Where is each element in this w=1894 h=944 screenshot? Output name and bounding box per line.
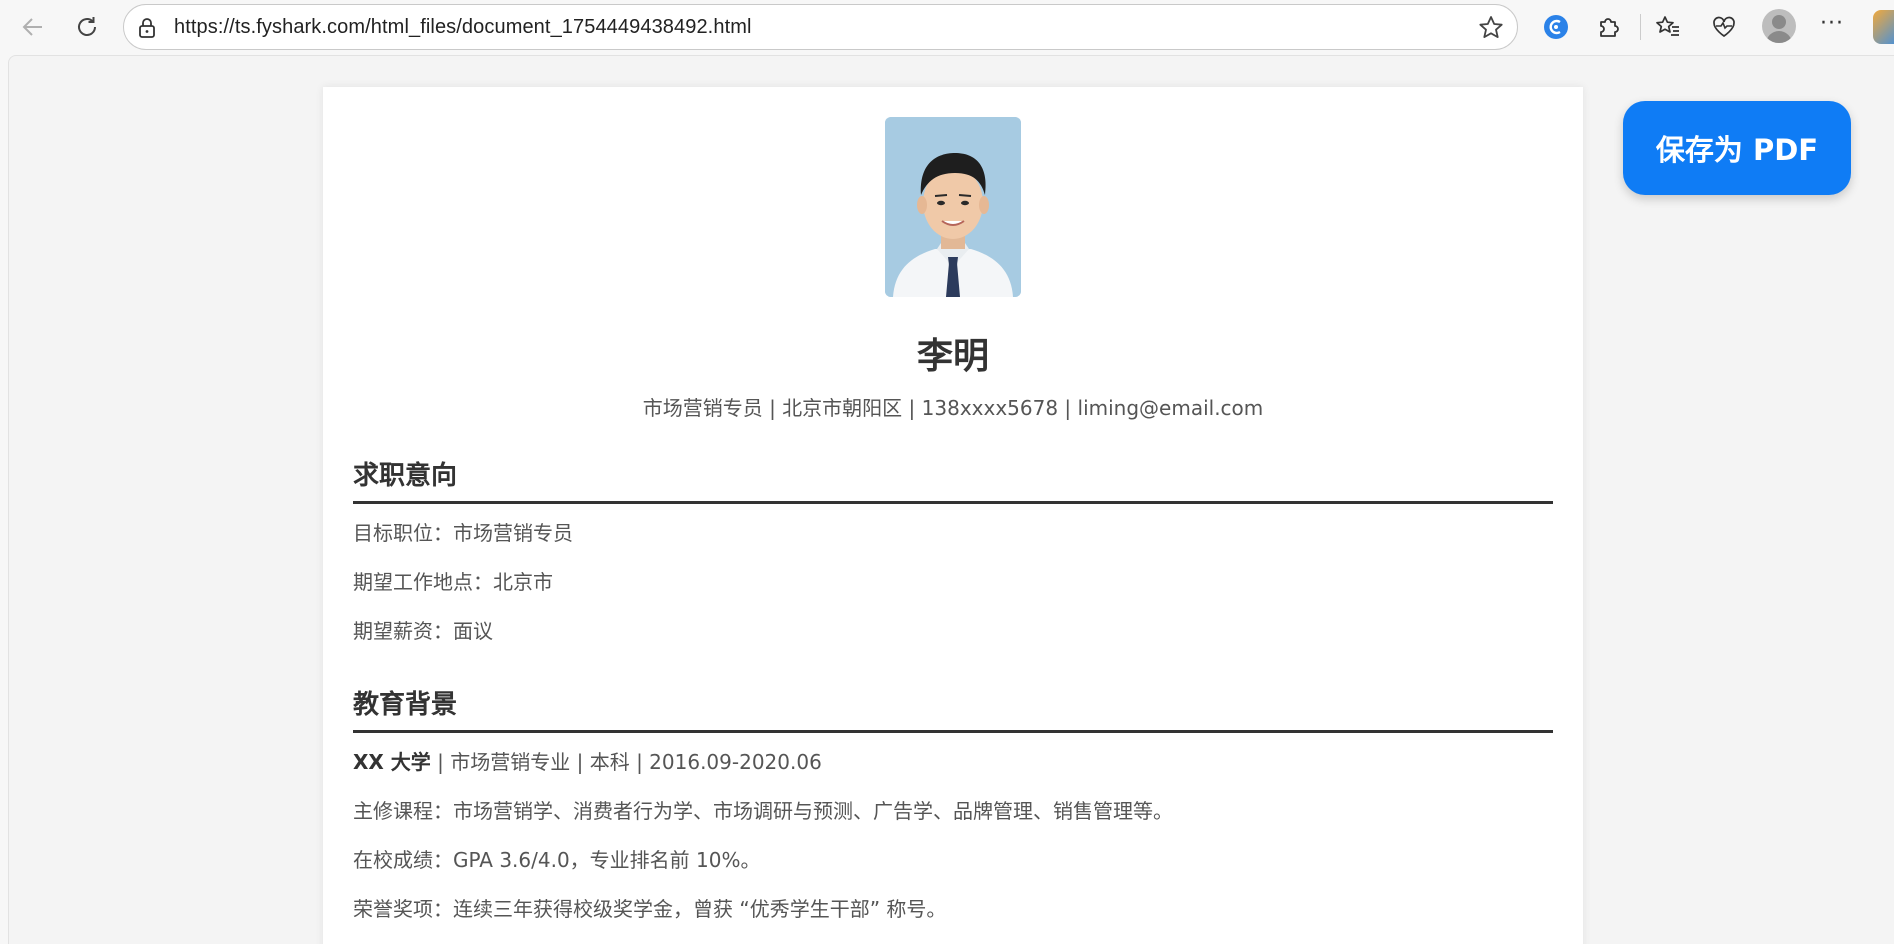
avatar-body-icon xyxy=(1766,31,1792,43)
section-divider xyxy=(353,501,1553,504)
save-as-pdf-button[interactable]: 保存为 PDF xyxy=(1623,101,1851,195)
school-detail: | 市场营销专业 | 本科 | 2016.09-2020.06 xyxy=(430,750,822,774)
portrait-image xyxy=(885,117,1021,297)
school-name: XX 大学 xyxy=(353,750,431,774)
refresh-icon xyxy=(78,17,96,36)
back-arrow-icon xyxy=(22,18,42,36)
target-position-line: 目标职位：市场营销专员 xyxy=(353,521,573,545)
resume-document: 李明 市场营销专员 | 北京市朝阳区 | 138xxxx5678 | limin… xyxy=(323,87,1583,944)
heart-pulse-icon xyxy=(1713,16,1735,38)
extension-blue-button[interactable] xyxy=(1538,9,1574,45)
section-divider xyxy=(353,730,1553,733)
copilot-icon[interactable] xyxy=(1873,10,1894,44)
profile-avatar[interactable] xyxy=(1762,9,1796,43)
lock-icon[interactable] xyxy=(136,17,158,39)
gpa-line: 在校成绩：GPA 3.6/4.0，专业排名前 10%。 xyxy=(353,848,761,872)
favorites-list-icon xyxy=(1656,16,1679,36)
school-line: XX 大学 | 市场营销专业 | 本科 | 2016.09-2020.06 xyxy=(353,746,822,775)
courses-line: 主修课程：市场营销学、消费者行为学、市场调研与预测、广告学、品牌管理、销售管理等… xyxy=(353,799,1173,823)
puzzle-icon xyxy=(1600,18,1619,37)
expected-location-line: 期望工作地点：北京市 xyxy=(353,570,553,594)
ellipsis-icon: ··· xyxy=(1820,11,1844,36)
honors-line: 荣誉奖项：连续三年获得校级奖学金，曾获 “优秀学生干部” 称号。 xyxy=(353,897,947,921)
avatar-head-icon xyxy=(1772,15,1786,29)
contact-line: 市场营销专员 | 北京市朝阳区 | 138xxxx5678 | liming@e… xyxy=(642,396,1264,420)
section-title-education: 教育背景 xyxy=(353,690,458,720)
browser-toolbar: https://ts.fyshark.com/html_files/docume… xyxy=(0,0,1894,55)
refresh-button[interactable] xyxy=(70,10,104,44)
candidate-name: 李明 xyxy=(916,336,989,377)
favorite-star-icon[interactable] xyxy=(1477,14,1505,42)
more-menu-button[interactable]: ··· xyxy=(1814,9,1850,45)
expected-salary-line: 期望薪资：面议 xyxy=(353,619,493,643)
extension-logo-icon xyxy=(1544,15,1568,39)
profile-photo xyxy=(885,117,1021,297)
browser-essentials-button[interactable] xyxy=(1706,9,1742,45)
extensions-button[interactable] xyxy=(1590,9,1626,45)
back-button[interactable] xyxy=(16,10,50,44)
section-title-job-intention: 求职意向 xyxy=(353,461,458,491)
address-bar[interactable]: https://ts.fyshark.com/html_files/docume… xyxy=(123,4,1518,50)
favorites-button[interactable] xyxy=(1650,9,1686,45)
toolbar-divider xyxy=(1640,14,1641,40)
page-viewport: 李明 市场营销专员 | 北京市朝阳区 | 138xxxx5678 | limin… xyxy=(8,55,1894,944)
url-text[interactable]: https://ts.fyshark.com/html_files/docume… xyxy=(174,16,752,39)
